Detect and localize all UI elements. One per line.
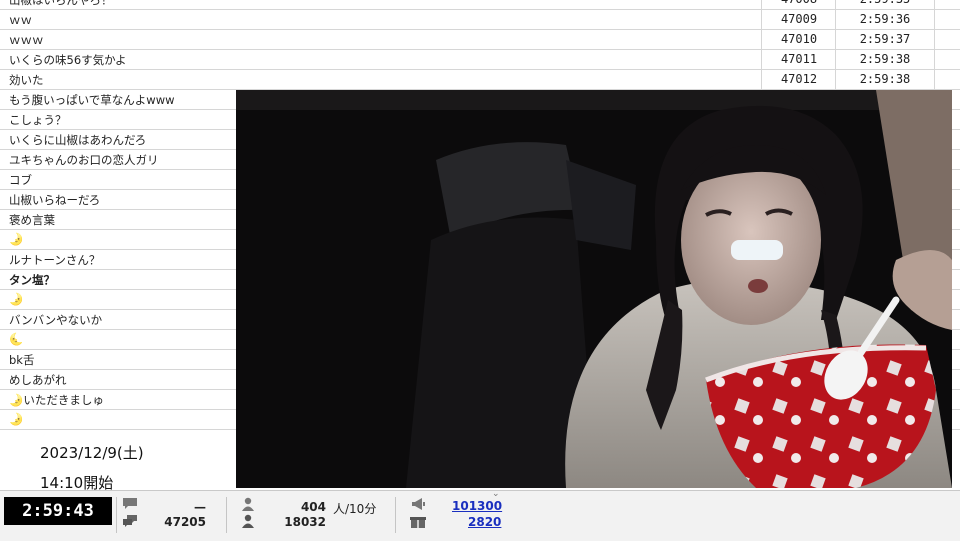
comment-text: いくらの味56す気かよ [9,53,127,67]
comment-text: 山椒はいらんやろ！ [9,0,113,7]
comment-text: いくらに山椒はあわんだろ [9,133,147,147]
comment-text: めしあがれ [9,373,67,387]
comment-text: 褒め言葉 [9,213,55,227]
comment-time: 2:59:38 [859,72,911,86]
comment-number: 47009 [780,12,818,26]
elapsed-timer: 2:59:43 [4,497,112,525]
comment-time: 2:59:37 [859,32,911,46]
comment-text: ルナトーンさん？ [9,253,101,267]
comment-number: 47010 [780,32,818,46]
speech-bubble-icon [123,498,137,509]
comment-text: ユキちゃんのお口の恋人ガリ [9,153,159,167]
comment-text: 🌛 [9,232,24,246]
stream-frame [236,90,952,488]
comment-row[interactable]: ｗｗｗ 47010 2:59:37 [0,30,960,50]
comment-row[interactable]: 山椒はいらんやろ！ 470082:59:35 [0,0,960,10]
comment-text: 🌛 [9,412,24,426]
comment-row[interactable]: いくらの味56す気かよ 47011 2:59:38 [0,50,960,70]
comment-text: 🌛いただきましゅ [9,393,104,407]
speech-bubbles-icon [123,515,137,527]
viewer-rate-unit: 人/10分 [333,502,377,516]
comment-rate: — [194,500,206,514]
broadcast-date: 2023/12/9(土) [40,444,144,462]
comment-text: ｗｗ [9,13,32,27]
comment-text: ｗｗｗ [9,33,44,47]
megaphone-icon [412,498,425,510]
person-icon [242,497,254,511]
comment-text: こしょう？ [9,113,67,127]
comment-number: 47012 [780,72,818,86]
comment-time: 2:59:38 [859,52,911,66]
ad-points-link[interactable]: 101300 [452,499,502,513]
comment-time: 2:59:36 [859,12,911,26]
comment-text: コブ [9,173,32,187]
video-player[interactable] [236,90,952,488]
comment-text: タン塩？ [9,273,55,287]
comment-text: 🌜 [9,332,24,346]
viewer-total: 18032 [284,515,326,529]
people-icon [242,514,254,528]
comment-text: バンバンやないか [9,313,103,327]
viewer-rate: 404 [300,500,326,514]
comment-number: 47008 [762,0,836,6]
comment-text: 効いた [9,73,44,87]
gift-icon [410,517,426,528]
comment-number: 47011 [780,52,818,66]
comment-text: もう腹いっぱいで草なんよwww [9,93,175,107]
comment-text: 山椒いらねーだろ [9,193,101,207]
comment-text: bk舌 [9,353,35,367]
broadcast-info: 2023/12/9(土) 14:10開始 [0,440,236,492]
gift-points-link[interactable]: 2820 [468,515,501,529]
comment-row[interactable]: ｗｗ 47009 2:59:36 [0,10,960,30]
comment-text: 🌛 [9,292,24,306]
chevron-down-icon[interactable]: ⌄ [492,489,500,499]
status-bar: ⌄ 2:59:43 — 47205 404 人/10分 18032 101300… [0,489,960,541]
comment-row[interactable]: 効いた 47012 2:59:38 [0,70,960,90]
comment-time: 2:59:35 [836,0,934,6]
comment-total: 47205 [164,515,206,529]
